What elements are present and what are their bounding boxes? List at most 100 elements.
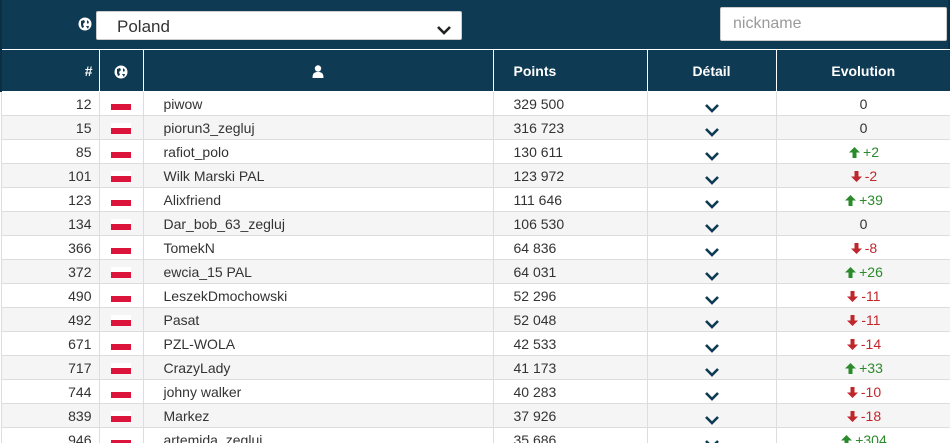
rank-cell: 839 [0,403,100,428]
poland-flag-icon [111,363,131,375]
points-cell: 111 646 [493,187,648,212]
detail-cell [647,115,777,140]
country-cell [99,115,144,140]
chevron-down-icon[interactable] [704,388,719,401]
nickname-cell[interactable]: johny walker [143,379,494,404]
header-points[interactable]: Points [493,49,648,92]
chevron-down-icon[interactable] [704,364,719,377]
evolution-cell: -11 [776,307,950,332]
chevron-down-icon[interactable] [704,268,719,281]
table-row: 372 ewcia_15 PAL 64 031 +26 [0,259,950,284]
table-row: 744 johny walker 40 283 -10 [0,379,950,404]
ranking-table: # Points Détail Evolution 12 piwow 329 5… [0,49,950,443]
evolution-cell: +39 [776,187,950,212]
table-row: 717 CrazyLady 41 173 +33 [0,355,950,380]
country-cell [99,259,144,284]
points-cell: 52 296 [493,283,648,308]
rank-cell: 717 [0,355,100,380]
nickname-cell[interactable]: LeszekDmochowski [143,283,494,308]
chevron-down-icon[interactable] [704,292,719,305]
country-cell [99,187,144,212]
rank-cell: 134 [0,211,100,236]
evolution-cell: -11 [776,283,950,308]
nickname-cell[interactable]: ewcia_15 PAL [143,259,494,284]
chevron-down-icon[interactable] [704,124,719,137]
chevron-down-icon[interactable] [704,316,719,329]
detail-cell [647,427,777,443]
header-country[interactable] [99,49,144,92]
table-row: 15 piorun3_zegluj 316 723 0 [0,115,950,140]
rank-cell: 366 [0,235,100,260]
nickname-cell[interactable]: Pasat [143,307,494,332]
nickname-cell[interactable]: Alixfriend [143,187,494,212]
country-cell [99,403,144,428]
header-rank[interactable]: # [0,49,100,92]
evolution-value: +304 [855,431,887,443]
nickname-cell[interactable]: TomekN [143,235,494,260]
chevron-down-icon[interactable] [704,340,719,353]
rank-cell: 101 [0,163,100,188]
poland-flag-icon [111,267,131,279]
rank-cell: 492 [0,307,100,332]
nickname-cell[interactable]: rafiot_polo [143,139,494,164]
points-cell: 316 723 [493,115,648,140]
nickname-cell[interactable]: Dar_bob_63_zegluj [143,211,494,236]
ranking-rows: 12 piwow 329 500 0 15 piorun3_zegluj 316 723 0 8… [0,91,950,443]
nickname-cell[interactable]: artemida_zegluj [143,427,494,443]
table-row: 492 Pasat 52 048 -11 [0,307,950,332]
points-cell: 52 048 [493,307,648,332]
chevron-down-icon[interactable] [704,244,719,257]
rank-cell: 123 [0,187,100,212]
chevron-down-icon[interactable] [704,196,719,209]
poland-flag-icon [111,123,131,135]
chevron-down-icon[interactable] [704,436,719,443]
arrow-down-icon [846,386,859,399]
detail-cell [647,379,777,404]
nickname-cell[interactable]: Wilk Marski PAL [143,163,494,188]
poland-flag-icon [111,195,131,207]
nickname-cell[interactable]: PZL-WOLA [143,331,494,356]
nickname-cell[interactable]: CrazyLady [143,355,494,380]
nickname-cell[interactable]: piorun3_zegluj [143,115,494,140]
points-cell: 329 500 [493,91,648,116]
arrow-up-icon [844,194,857,207]
evolution-value: +26 [859,263,883,280]
chevron-down-icon[interactable] [704,100,719,113]
filter-bar: Poland [0,0,950,49]
detail-cell [647,187,777,212]
evolution-value: -10 [860,383,882,400]
country-cell [99,355,144,380]
evolution-cell: +33 [776,355,950,380]
country-cell [99,139,144,164]
nickname-cell[interactable]: piwow [143,91,494,116]
country-cell [99,379,144,404]
evolution-value: -8 [864,239,878,256]
detail-cell [647,91,777,116]
header-player[interactable] [143,49,494,92]
evolution-value: -18 [860,407,882,424]
detail-cell [647,211,777,236]
table-row: 134 Dar_bob_63_zegluj 106 530 0 [0,211,950,236]
country-select[interactable]: Poland [96,11,462,40]
country-cell [99,211,144,236]
chevron-down-icon[interactable] [704,412,719,425]
evolution-value: -11 [861,287,881,304]
header-detail: Détail [647,49,777,92]
chevron-down-icon[interactable] [704,172,719,185]
rank-cell: 15 [0,115,100,140]
detail-cell [647,403,777,428]
table-row: 490 LeszekDmochowski 52 296 -11 [0,283,950,308]
evolution-value: +33 [859,359,883,376]
rank-cell: 671 [0,331,100,356]
nickname-search-input[interactable] [720,7,947,41]
chevron-down-icon[interactable] [704,148,719,161]
arrow-up-icon [844,266,857,279]
chevron-down-icon[interactable] [704,220,719,233]
header-evolution[interactable]: Evolution [776,49,950,92]
detail-cell [647,163,777,188]
poland-flag-icon [111,339,131,351]
nickname-cell[interactable]: Markez [143,403,494,428]
evolution-cell: +26 [776,259,950,284]
table-row: 123 Alixfriend 111 646 +39 [0,187,950,212]
country-cell [99,331,144,356]
